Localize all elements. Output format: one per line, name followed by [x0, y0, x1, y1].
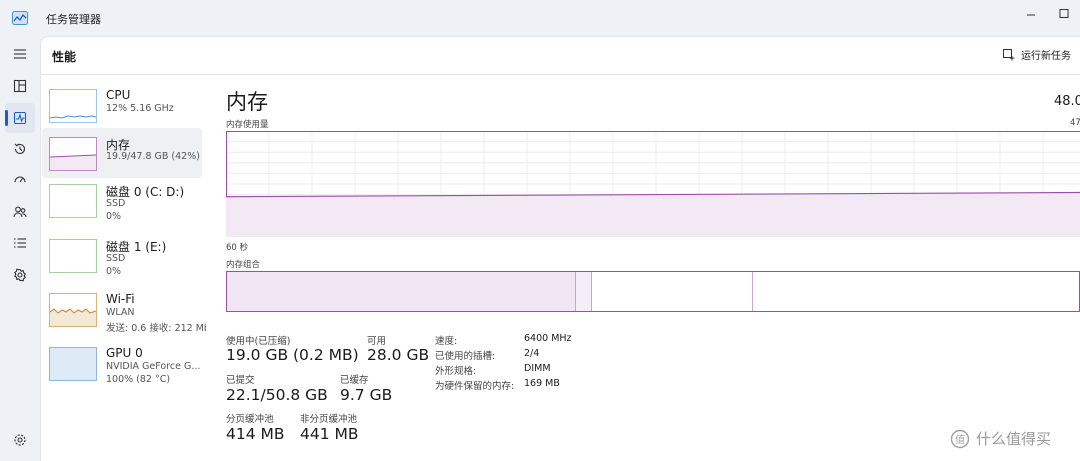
time-axis-label: 60 秒	[226, 241, 248, 253]
nav-services[interactable]	[10, 265, 30, 285]
cached-value: 9.7 GB	[340, 386, 392, 404]
speed-label: 速度:	[435, 333, 457, 347]
run-new-task-label: 运行新任务	[1021, 47, 1071, 62]
memory-thumbnail-graph	[49, 137, 97, 171]
cpu-thumbnail-graph	[49, 89, 97, 123]
composition-standby	[592, 272, 753, 311]
nav-app-history[interactable]	[10, 139, 30, 159]
in-use-label: 使用中(已压缩)	[226, 333, 290, 347]
cached-label: 已缓存	[340, 372, 369, 386]
composition-free	[753, 272, 1079, 311]
memory-title: 内存	[226, 86, 268, 116]
disk-0-thumbnail-graph	[49, 184, 97, 218]
device-cpu[interactable]: CPU 12% 5.16 GHz	[42, 80, 202, 130]
hamburger-icon	[13, 48, 27, 60]
header-divider	[41, 74, 1080, 75]
nav-settings[interactable]	[10, 430, 30, 450]
device-detail: 12% 5.16 GHz	[106, 103, 206, 114]
committed-label: 已提交	[226, 372, 255, 386]
device-disk-0[interactable]: 磁盘 0 (C: D:) SSD 0%	[42, 175, 202, 225]
device-name: GPU 0	[106, 346, 143, 360]
disk-1-thumbnail-graph	[49, 239, 97, 273]
device-detail: 0%	[106, 266, 206, 277]
committed-value: 22.1/50.8 GB	[226, 386, 328, 404]
memory-usage-label: 内存使用量	[226, 118, 269, 130]
memory-total: 48.0 GB	[1054, 94, 1080, 109]
memory-composition-label: 内存组合	[226, 258, 260, 270]
memory-usage-graph	[226, 131, 1080, 237]
services-icon	[13, 268, 27, 282]
wifi-thumbnail-graph	[49, 293, 97, 327]
settings-icon	[13, 433, 27, 447]
device-wifi[interactable]: Wi-Fi WLAN 发送: 0.6 接收: 212 Mbps	[42, 284, 202, 334]
composition-modified	[576, 272, 592, 311]
memory-usage-max: 47.8 GB	[1070, 118, 1080, 128]
nonpaged-pool-label: 非分页缓冲池	[300, 411, 357, 425]
slots-label: 已使用的插槽:	[435, 348, 495, 362]
nav-active-indicator	[5, 110, 8, 126]
title-bar	[0, 0, 1080, 36]
window-title: 任务管理器	[46, 11, 101, 27]
device-detail: 发送: 0.6 接收: 212 Mbps	[106, 320, 206, 334]
in-use-value: 19.0 GB (0.2 MB)	[226, 346, 359, 364]
available-value: 28.0 GB	[367, 346, 429, 364]
device-memory[interactable]: 内存 19.9/47.8 GB (42%)	[42, 128, 202, 178]
nonpaged-pool-value: 441 MB	[300, 425, 359, 443]
minimize-icon	[1021, 6, 1041, 22]
available-label: 可用	[367, 333, 386, 347]
form-factor-value: DIMM	[524, 363, 551, 374]
nav-users[interactable]	[10, 202, 30, 222]
task-manager-app-icon	[12, 10, 28, 24]
device-detail: 0%	[106, 211, 206, 222]
nav-performance[interactable]	[10, 108, 30, 128]
speed-value: 6400 MHz	[524, 333, 572, 344]
device-detail: NVIDIA GeForce G...	[106, 361, 206, 372]
device-detail: 100% (82 °C)	[106, 374, 206, 385]
paged-pool-label: 分页缓冲池	[226, 411, 274, 425]
device-detail: 19.9/47.8 GB (42%)	[106, 151, 206, 162]
paged-pool-value: 414 MB	[226, 425, 285, 443]
run-new-task-button[interactable]: 运行新任务	[1003, 47, 1071, 62]
device-name: CPU	[106, 88, 130, 102]
users-icon	[13, 205, 27, 219]
run-task-icon	[1003, 49, 1015, 61]
site-watermark: 值 什么值得买	[950, 428, 1051, 449]
device-disk-1[interactable]: 磁盘 1 (E:) SSD 0%	[42, 230, 202, 280]
maximize-button[interactable]	[1054, 6, 1074, 22]
form-factor-label: 外形规格:	[435, 363, 476, 377]
nav-processes[interactable]	[10, 76, 30, 96]
watermark-logo-icon: 值	[950, 429, 970, 449]
startup-icon	[13, 173, 27, 187]
nav-details[interactable]	[10, 233, 30, 253]
memory-composition-bar	[226, 271, 1080, 312]
hardware-reserved-label: 为硬件保留的内存:	[435, 378, 514, 392]
device-detail: SSD	[106, 198, 206, 209]
device-detail: WLAN	[106, 307, 206, 318]
memory-usage-area	[226, 192, 1080, 237]
composition-in-use	[227, 272, 576, 311]
svg-text:值: 值	[955, 433, 965, 446]
minimize-button[interactable]	[1021, 6, 1041, 22]
processes-icon	[13, 79, 27, 93]
details-icon	[13, 237, 27, 249]
device-name: Wi-Fi	[106, 292, 135, 306]
nav-menu-button[interactable]	[10, 44, 30, 64]
maximize-icon	[1054, 6, 1074, 22]
slots-value: 2/4	[524, 348, 539, 359]
watermark-text: 什么值得买	[976, 428, 1051, 449]
hardware-reserved-value: 169 MB	[524, 378, 560, 389]
performance-icon	[13, 111, 27, 125]
app-history-icon	[13, 142, 27, 156]
device-detail: SSD	[106, 253, 206, 264]
nav-startup[interactable]	[10, 170, 30, 190]
gpu-thumbnail-graph	[49, 347, 97, 381]
device-gpu-0[interactable]: GPU 0 NVIDIA GeForce G... 100% (82 °C)	[42, 338, 202, 388]
page-title: 性能	[52, 48, 76, 65]
